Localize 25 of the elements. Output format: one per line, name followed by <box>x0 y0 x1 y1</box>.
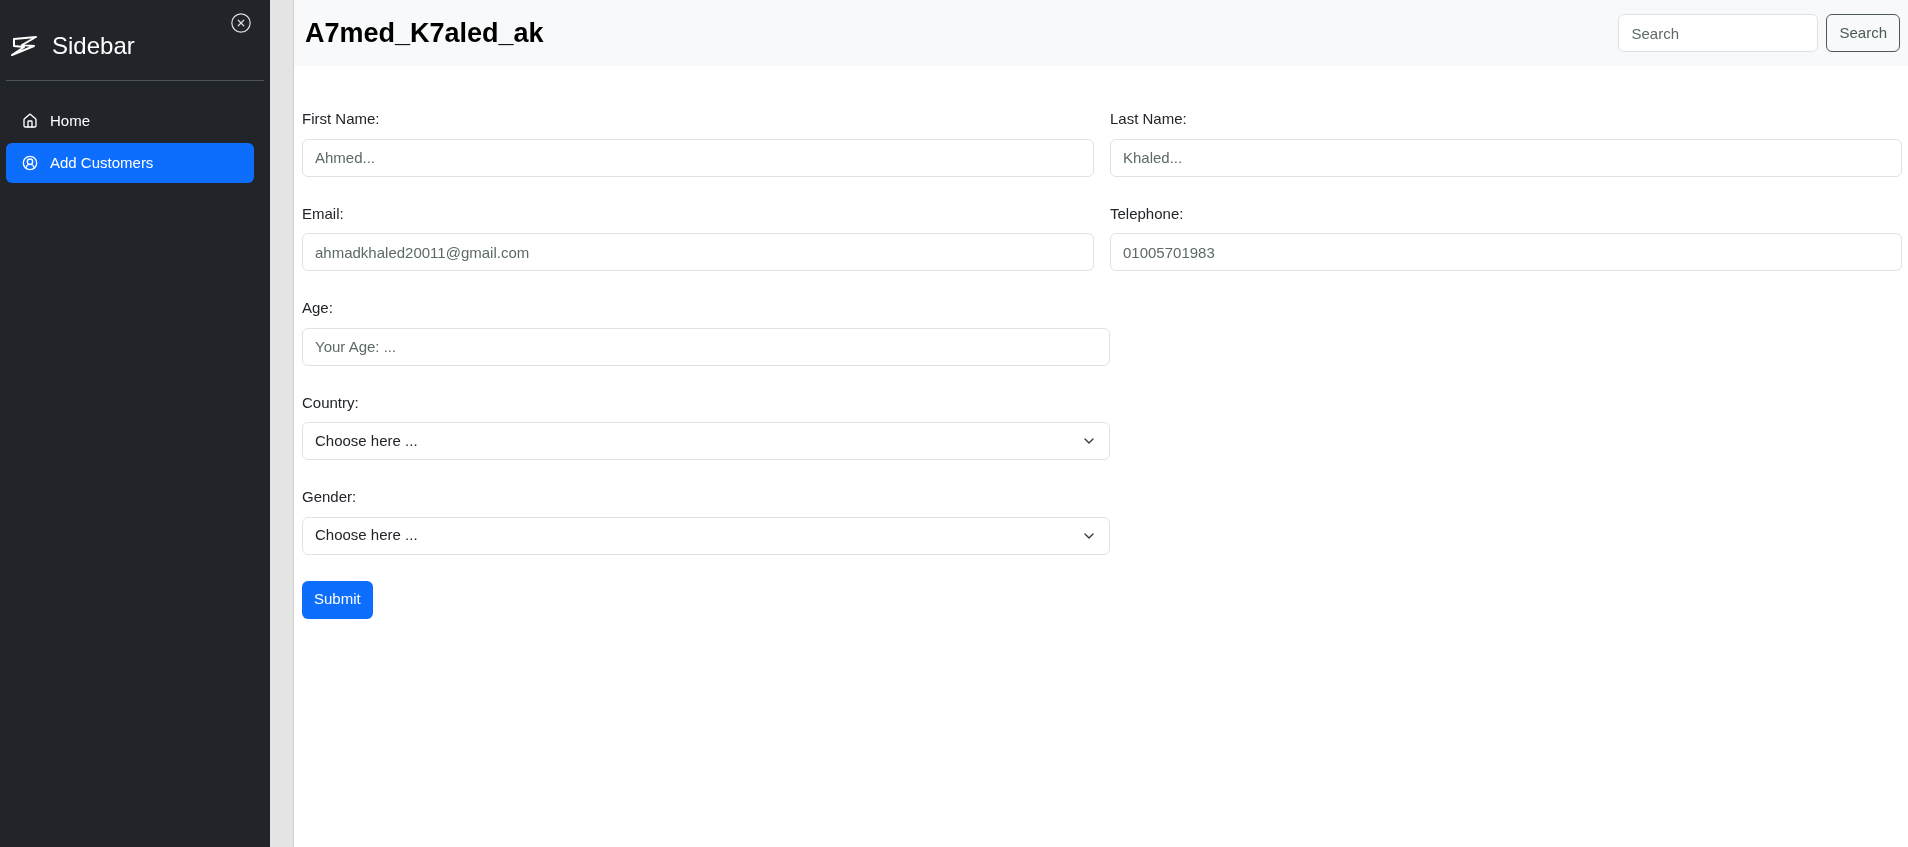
field-label: Telephone: <box>1110 203 1185 224</box>
search-field[interactable]: Search <box>1618 14 1819 52</box>
submit-button[interactable]: Submit <box>302 580 373 619</box>
lightning-logo-icon <box>10 35 40 57</box>
user-icon <box>22 155 38 171</box>
input-field[interactable]: 01005701983 <box>1110 233 1902 271</box>
input-field[interactable]: ahmadkhaled20011@gmail.com <box>302 233 1094 271</box>
select-field[interactable]: Choose here ... <box>302 516 1110 555</box>
sidebar-item[interactable]: Home <box>6 101 254 141</box>
page-title: A7med_K7aled_ak <box>305 16 544 50</box>
close-button[interactable] <box>230 12 252 34</box>
input-field[interactable]: Your Age: ... <box>302 327 1110 366</box>
field-label: Country: <box>302 392 360 413</box>
sidebar-title: Sidebar <box>52 31 135 61</box>
field-label: Gender: <box>302 487 358 507</box>
input-field[interactable]: Khaled... <box>1110 138 1902 177</box>
field-label: Age: <box>302 298 334 318</box>
select-field[interactable]: Choose here ... <box>302 422 1110 460</box>
sidebar-item[interactable]: Add Customers <box>6 143 254 183</box>
field-label: First Name: <box>302 109 381 129</box>
home-icon <box>22 113 38 129</box>
field-label: Last Name: <box>1110 109 1188 129</box>
input-field[interactable]: Ahmed... <box>302 138 1094 177</box>
search-button[interactable]: Search <box>1826 14 1900 52</box>
field-label: Email: <box>302 203 345 224</box>
